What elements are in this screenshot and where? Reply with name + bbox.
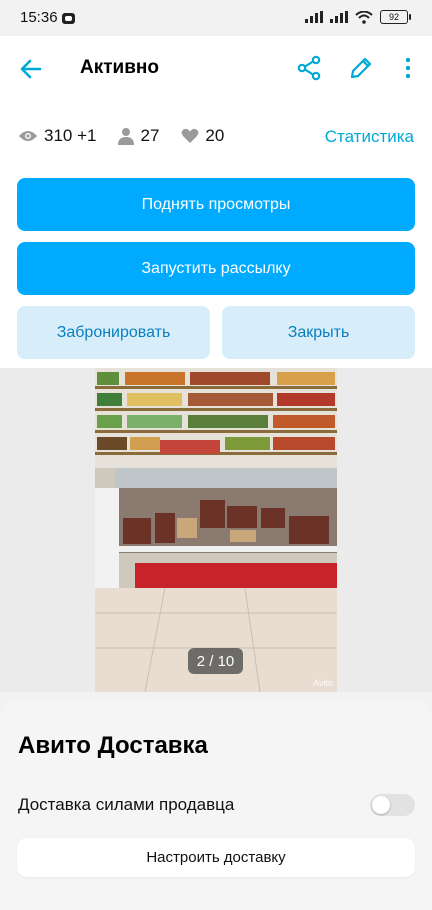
seller-delivery-toggle[interactable] [370,794,415,816]
raise-views-button[interactable]: Поднять просмотры [17,178,415,231]
edit-pencil-icon[interactable] [348,55,374,81]
toggle-knob [372,796,390,814]
person-icon [118,128,135,145]
status-time: 15:36 [20,9,58,26]
views-stat: 310 +1 [18,126,96,146]
statistics-link[interactable]: Статистика [325,127,414,147]
contacts-count: 27 [140,126,160,145]
signal-icon [305,11,323,23]
shop-display-image [95,368,337,692]
page-title: Активно [80,57,159,78]
listing-content: 310 +1 27 20 Статистика Поднять просмотр… [0,100,432,368]
listing-stats: 310 +1 27 20 [18,126,246,146]
delivery-sheet: Авито Доставка Доставка силами продавца … [0,701,432,910]
signal-2-icon [330,11,348,23]
battery-icon: 92 [380,10,411,24]
listing-photo[interactable]: Avito [95,368,337,692]
notification-app-icon [62,13,75,24]
delivery-title: Авито Доставка [18,732,208,759]
setup-delivery-button[interactable]: Настроить доставку [17,838,415,877]
photo-counter-badge: 2 / 10 [188,648,243,674]
close-button[interactable]: Закрыть [222,306,415,359]
start-mailing-button[interactable]: Запустить рассылку [17,242,415,295]
favorites-count: 20 [205,126,225,145]
wifi-icon [355,10,373,24]
share-icon[interactable] [296,55,322,81]
views-count: 310 +1 [44,126,97,145]
status-icons: 92 [305,10,411,24]
app-bar: Активно [0,36,432,100]
heart-icon [182,128,199,143]
photo-gallery[interactable]: Avito 2 / 10 [0,368,432,692]
contacts-stat: 27 [118,126,159,146]
avito-watermark: Avito [313,678,333,688]
reserve-button[interactable]: Забронировать [17,306,210,359]
back-arrow-icon[interactable] [18,56,44,82]
seller-delivery-label: Доставка силами продавца [18,795,235,814]
status-bar: 15:36 92 [0,0,432,36]
eye-icon [19,131,37,141]
more-vertical-icon[interactable] [398,55,418,81]
favorites-stat: 20 [181,126,224,146]
